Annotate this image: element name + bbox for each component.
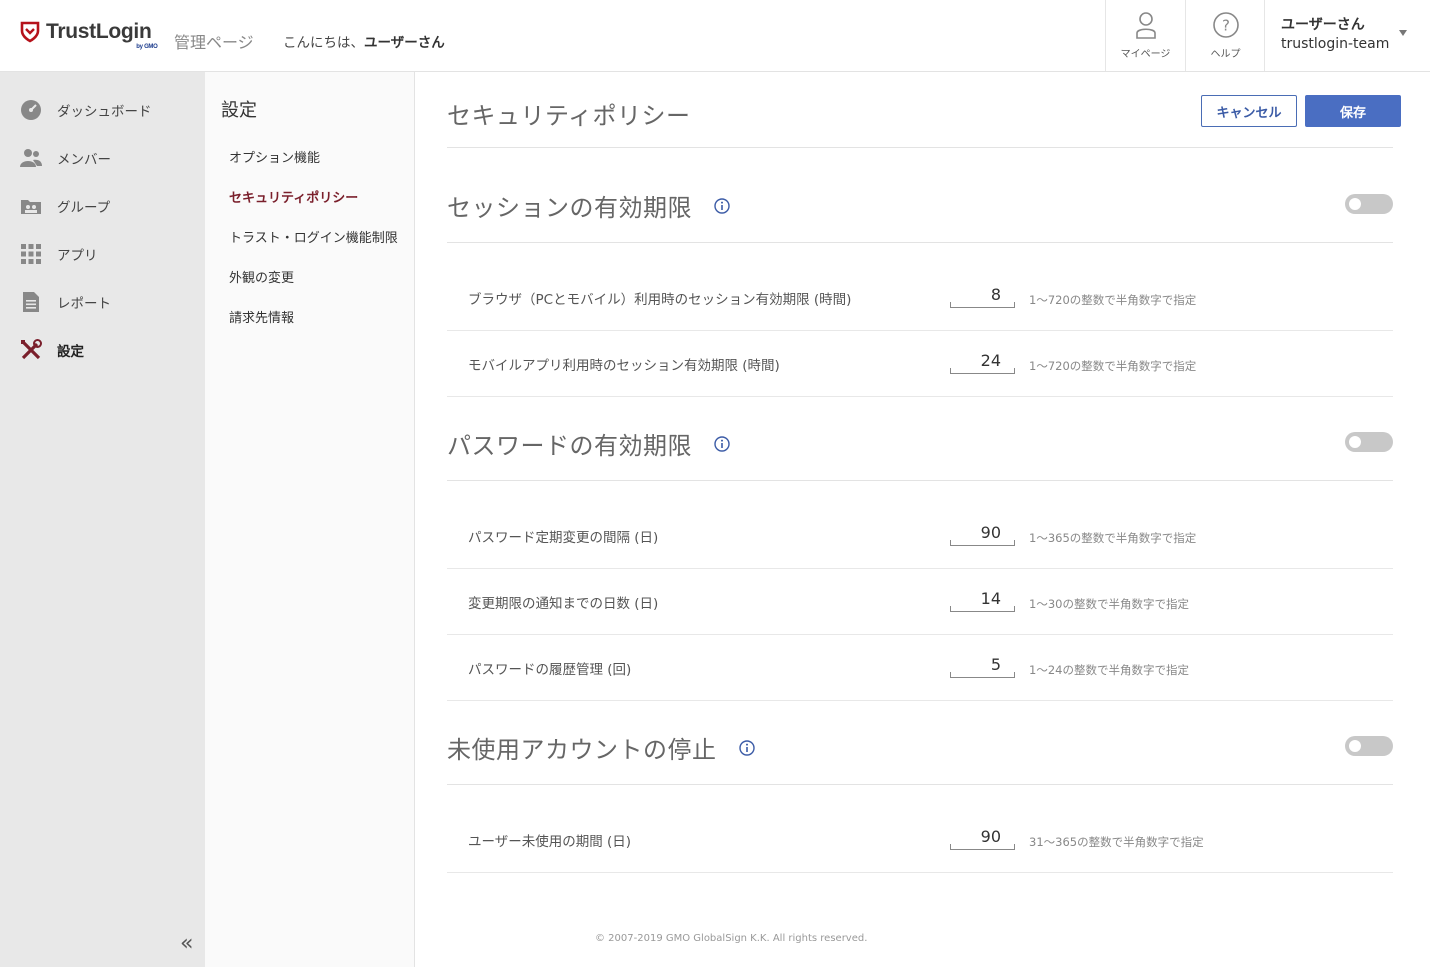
row-label: パスワードの履歴管理 (回) xyxy=(468,662,632,678)
footer-copyright: © 2007-2019 GMO GlobalSign K.K. All righ… xyxy=(595,933,868,944)
admin-page-label: 管理ページ xyxy=(174,33,254,52)
info-icon[interactable] xyxy=(738,739,755,756)
main-content: セキュリティポリシー キャンセル 保存 セッションの有効期限 ブラウザ（PCとモ… xyxy=(415,72,1430,967)
info-icon[interactable] xyxy=(714,435,730,452)
sidebar-item-group[interactable]: グループ xyxy=(20,194,110,218)
subnav-item-options[interactable]: オプション機能 xyxy=(229,147,320,166)
help-label: ヘルプ xyxy=(1210,49,1241,60)
apps-icon xyxy=(20,243,42,265)
notify-days-input[interactable]: 14 xyxy=(950,586,1015,612)
unused-period-input[interactable]: 90 xyxy=(950,824,1015,850)
row-label: パスワード定期変更の間隔 (日) xyxy=(468,530,659,546)
help-button[interactable]: ? ヘルプ xyxy=(1185,0,1265,71)
row-hint: 1〜720の整数で半角数字で指定 xyxy=(1029,293,1197,307)
trustlogin-logo[interactable]: TrustLogin by GMO xyxy=(20,20,158,50)
unused-account-toggle[interactable] xyxy=(1345,736,1393,756)
greeting: こんにちは、ユーザーさん xyxy=(283,31,445,51)
sidebar-item-report[interactable]: レポート xyxy=(20,290,111,314)
report-icon xyxy=(20,291,42,313)
sidebar-item-label: レポート xyxy=(57,296,111,312)
setting-row: パスワードの履歴管理 (回) 5 1〜24の整数で半角数字で指定 xyxy=(447,635,1393,701)
shield-logo-icon xyxy=(20,21,40,43)
page-title: セキュリティポリシー xyxy=(447,102,691,130)
password-history-input[interactable]: 5 xyxy=(950,652,1015,678)
row-label: 変更期限の通知までの日数 (日) xyxy=(468,596,659,612)
settings-icon xyxy=(20,339,42,361)
info-icon[interactable] xyxy=(714,197,730,214)
svg-text:?: ? xyxy=(1222,17,1230,35)
chevron-down-icon xyxy=(1399,30,1407,36)
session-expiry-toggle[interactable] xyxy=(1345,194,1393,214)
user-icon xyxy=(1135,12,1156,39)
mypage-label: マイページ xyxy=(1120,49,1171,60)
save-button[interactable]: 保存 xyxy=(1305,95,1401,127)
divider xyxy=(447,784,1393,785)
cancel-button[interactable]: キャンセル xyxy=(1201,95,1297,127)
user-name: ユーザーさん xyxy=(1281,17,1365,33)
mobile-session-hours-input[interactable]: 24 xyxy=(950,348,1015,374)
row-label: ブラウザ（PCとモバイル）利用時のセッション有効期限 (時間) xyxy=(468,292,852,308)
section-title-text: セッションの有効期限 xyxy=(447,194,692,222)
row-hint: 1〜24の整数で半角数字で指定 xyxy=(1029,663,1189,677)
greeting-user: ユーザーさん xyxy=(364,35,445,51)
sidebar-item-members[interactable]: メンバー xyxy=(20,146,111,170)
app-header: TrustLogin by GMO 管理ページ こんにちは、ユーザーさん マイペー… xyxy=(0,0,1430,72)
row-hint: 1〜720の整数で半角数字で指定 xyxy=(1029,359,1197,373)
row-hint: 1〜365の整数で半角数字で指定 xyxy=(1029,531,1197,545)
section-title-password: パスワードの有効期限 xyxy=(447,426,730,461)
setting-row: ブラウザ（PCとモバイル）利用時のセッション有効期限 (時間) 8 1〜720の… xyxy=(447,265,1393,331)
setting-row: 変更期限の通知までの日数 (日) 14 1〜30の整数で半角数字で指定 xyxy=(447,569,1393,635)
setting-row: モバイルアプリ利用時のセッション有効期限 (時間) 24 1〜720の整数で半角… xyxy=(447,331,1393,397)
section-title-text: パスワードの有効期限 xyxy=(447,432,692,460)
row-hint: 31〜365の整数で半角数字で指定 xyxy=(1029,835,1204,849)
settings-subnav: 設定 オプション機能 セキュリティポリシー トラスト・ログイン機能制限 外観の変… xyxy=(205,72,415,967)
browser-session-hours-input[interactable]: 8 xyxy=(950,282,1015,308)
collapse-sidebar-icon[interactable]: « xyxy=(180,931,193,956)
greeting-prefix: こんにちは、 xyxy=(283,35,364,51)
sidebar-item-settings[interactable]: 設定 xyxy=(20,338,84,362)
dashboard-icon xyxy=(20,99,42,121)
divider xyxy=(447,480,1393,481)
section-title-session: セッションの有効期限 xyxy=(447,188,730,223)
setting-row: ユーザー未使用の期間 (日) 90 31〜365の整数で半角数字で指定 xyxy=(447,807,1393,873)
sidebar-item-label: メンバー xyxy=(57,152,111,168)
row-hint: 1〜30の整数で半角数字で指定 xyxy=(1029,597,1189,611)
mypage-button[interactable]: マイページ xyxy=(1105,0,1185,71)
divider xyxy=(447,242,1393,243)
sidebar-item-label: グループ xyxy=(57,200,111,216)
section-title-text: 未使用アカウントの停止 xyxy=(447,736,717,764)
user-menu[interactable]: ユーザーさん trustlogin-team xyxy=(1264,0,1430,71)
subnav-item-feature-restrictions[interactable]: トラスト・ログイン機能制限 xyxy=(229,227,398,246)
sidebar-item-label: 設定 xyxy=(57,344,84,360)
sidebar-item-dashboard[interactable]: ダッシュボード xyxy=(20,98,152,122)
help-icon: ? xyxy=(1212,12,1239,38)
setting-row: パスワード定期変更の間隔 (日) 90 1〜365の整数で半角数字で指定 xyxy=(447,503,1393,569)
password-change-interval-input[interactable]: 90 xyxy=(950,520,1015,546)
subnav-item-billing[interactable]: 請求先情報 xyxy=(229,307,294,326)
sidebar-item-apps[interactable]: アプリ xyxy=(20,242,98,266)
section-title-unused-account: 未使用アカウントの停止 xyxy=(447,730,755,765)
subnav-item-appearance[interactable]: 外観の変更 xyxy=(229,267,294,286)
sidebar-item-label: アプリ xyxy=(57,248,98,264)
divider xyxy=(447,147,1393,148)
brand-gmo: by GMO xyxy=(136,44,158,50)
password-expiry-toggle[interactable] xyxy=(1345,432,1393,452)
sidebar-item-label: ダッシュボード xyxy=(57,104,152,120)
row-label: モバイルアプリ利用時のセッション有効期限 (時間) xyxy=(468,358,780,374)
group-icon xyxy=(20,195,42,217)
user-team: trustlogin-team xyxy=(1281,36,1390,52)
row-label: ユーザー未使用の期間 (日) xyxy=(468,834,632,850)
subnav-item-security-policy[interactable]: セキュリティポリシー xyxy=(229,187,358,206)
members-icon xyxy=(20,147,42,169)
subnav-title: 設定 xyxy=(221,100,257,121)
brand-name: TrustLogin by GMO xyxy=(46,20,158,50)
sidebar: ダッシュボード メンバー グループ アプリ レポート 設定 « xyxy=(0,72,205,967)
